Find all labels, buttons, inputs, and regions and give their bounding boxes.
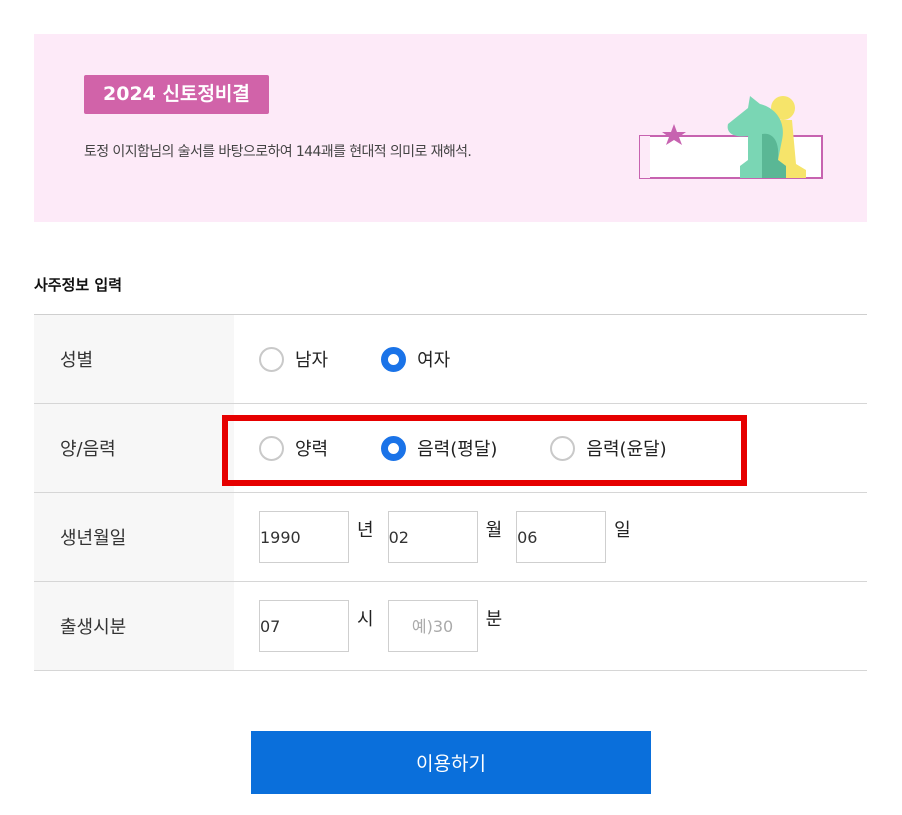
gender-options: 남자 여자 (234, 315, 867, 403)
gender-row: 성별 남자 여자 (34, 315, 867, 404)
birthtime-row: 출생시분 시 분 (34, 582, 867, 671)
birthdate-row: 생년월일 년 월 일 (34, 493, 867, 582)
birthdate-label: 생년월일 (34, 493, 234, 581)
birth-minute-input[interactable] (387, 600, 478, 652)
hour-unit: 시 (357, 609, 374, 630)
calendar-type-options: 양력 음력(평달) 음력(윤달) (222, 404, 867, 492)
month-unit: 월 (485, 520, 503, 541)
minute-unit: 분 (485, 609, 503, 630)
service-title-badge: 2024 신토정비결 (84, 75, 269, 114)
radio-lunar-leap-label: 음력(윤달) (586, 439, 667, 460)
calendar-type-label: 양/음력 (34, 404, 234, 492)
radio-lunar-leap[interactable]: 음력(윤달) (550, 435, 667, 461)
year-unit: 년 (357, 520, 374, 541)
saju-info-form: 성별 남자 여자 양/음력 양력 음력(평달) 음력(윤달) 생년월일 1990… (34, 314, 867, 671)
birthdate-inputs: 년 월 일 (234, 493, 867, 581)
birthtime-label: 출생시분 (34, 582, 234, 670)
radio-solar-label: 양력 (295, 439, 329, 460)
radio-lunar-normal-label: 음력(평달) (417, 439, 498, 460)
radio-lunar-normal[interactable]: 음력(평달) (381, 435, 497, 461)
radio-solar[interactable]: 양력 (259, 435, 328, 461)
radio-female-label: 여자 (417, 350, 451, 371)
day-unit: 일 (614, 520, 631, 541)
birth-month-input[interactable] (387, 511, 478, 563)
radio-female-circle[interactable] (381, 346, 407, 372)
radio-male[interactable]: 남자 (259, 346, 328, 372)
radio-solar-circle[interactable] (259, 435, 284, 461)
birth-hour-input[interactable] (259, 600, 349, 652)
radio-lunar-normal-circle[interactable] (381, 435, 407, 461)
radio-female[interactable]: 여자 (381, 346, 450, 372)
chess-pieces-illustration (639, 96, 823, 179)
radio-male-circle[interactable] (259, 346, 284, 372)
section-title: 사주정보 입력 (34, 276, 123, 294)
radio-male-label: 남자 (295, 350, 329, 371)
birth-day-input[interactable] (516, 511, 607, 563)
calendar-type-row: 양/음력 양력 음력(평달) 음력(윤달) (34, 404, 867, 493)
service-banner: 2024 신토정비결 토정 이지함님의 술서를 바탕으로하여 144괘를 현대적… (34, 34, 867, 222)
birth-year-input[interactable] (259, 511, 349, 563)
submit-button[interactable]: 이용하기 (251, 731, 651, 794)
radio-lunar-leap-circle[interactable] (550, 435, 576, 461)
gender-label: 성별 (34, 315, 234, 403)
service-description: 토정 이지함님의 술서를 바탕으로하여 144괘를 현대적 의미로 재해석. (84, 144, 472, 160)
birthtime-inputs: 시 분 (234, 582, 867, 670)
